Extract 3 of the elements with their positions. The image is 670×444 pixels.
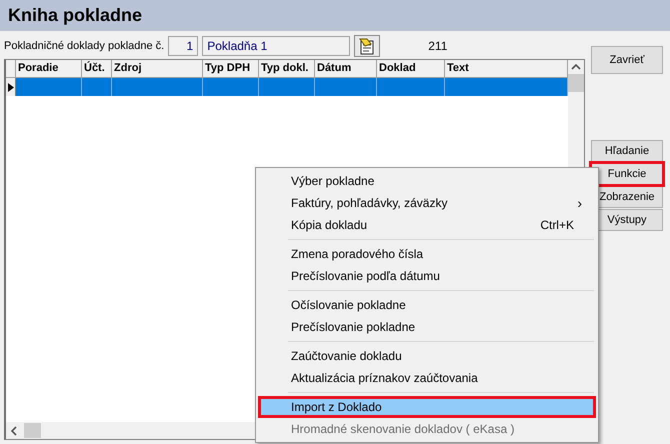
cash-register-label: Pokladničné doklady pokladne č. (4, 40, 164, 52)
document-count: 211 (428, 39, 448, 53)
window-title: Kniha pokladne (8, 5, 142, 26)
